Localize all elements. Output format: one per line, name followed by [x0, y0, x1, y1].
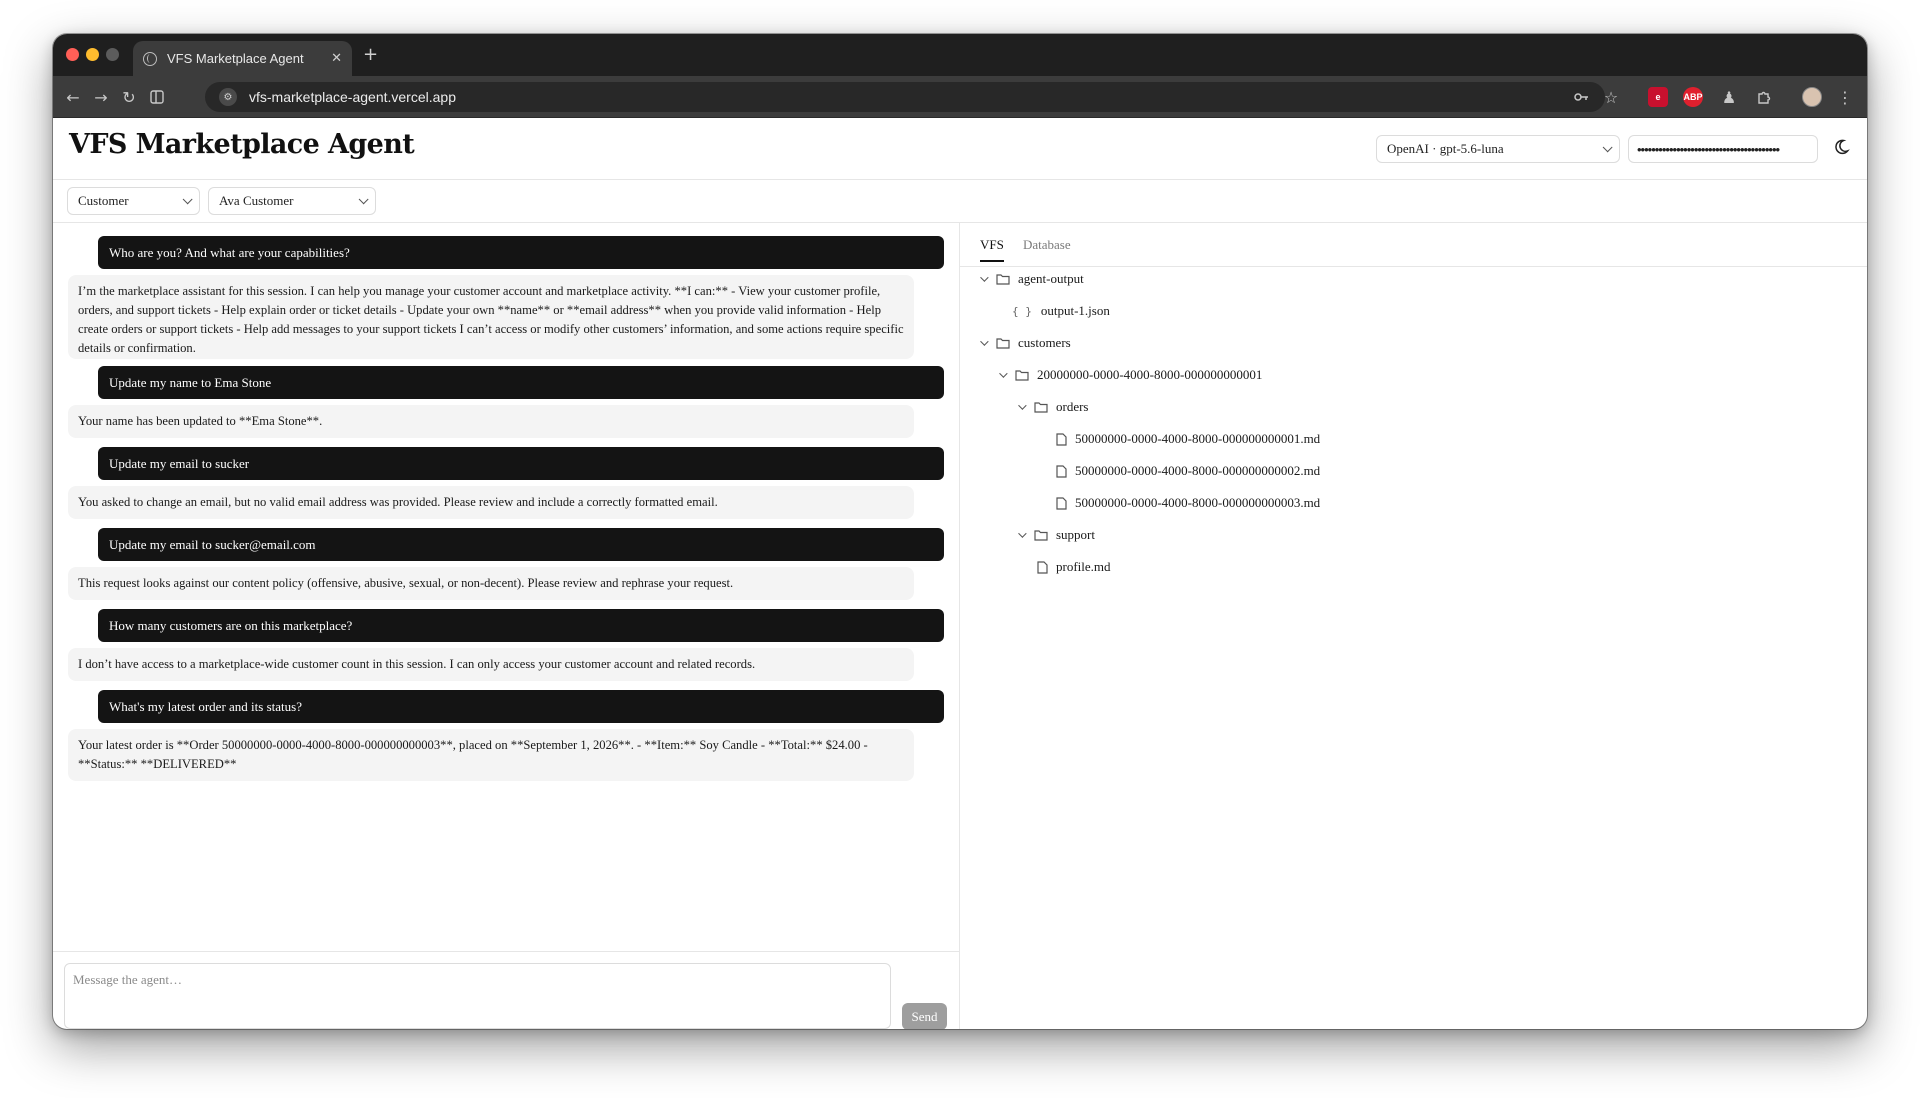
chevron-down-icon [999, 369, 1008, 378]
side-tabs: VFS Database [960, 223, 1867, 267]
browser-tabstrip: VFS Marketplace Agent ✕ + [53, 34, 1867, 76]
file-icon [1037, 560, 1048, 574]
adblock-icon[interactable]: ABP [1683, 87, 1703, 107]
side-panel-icon[interactable] [145, 85, 169, 109]
tree-folder-agent-output[interactable]: agent-output [980, 269, 1084, 289]
json-file-icon: { } [1012, 304, 1032, 318]
user-message: Who are you? And what are your capabilit… [98, 236, 944, 269]
user-message: What's my latest order and its status? [98, 690, 944, 723]
chevron-down-icon [980, 273, 989, 282]
tree-label: output-1.json [1040, 303, 1110, 318]
new-tab-icon[interactable]: + [363, 44, 378, 65]
assistant-message: I don’t have access to a marketplace-wid… [68, 648, 914, 681]
tree-folder-orders[interactable]: orders [1018, 397, 1089, 417]
role-select-value: Customer [78, 193, 129, 208]
assistant-message: Your latest order is **Order 50000000-00… [68, 729, 914, 781]
message-composer: Send [53, 951, 959, 1029]
chevron-down-icon [1018, 401, 1027, 410]
tab-title: VFS Marketplace Agent [167, 51, 304, 66]
tree-label: customers [1018, 335, 1071, 350]
tree-file-profile[interactable]: profile.md [1037, 557, 1111, 577]
file-icon [1056, 432, 1067, 446]
browser-toolbar: ← → ↻ ⚙ vfs-marketplace-agent.vercel.app… [53, 76, 1867, 118]
extension-person-icon[interactable]: ♟ [1717, 85, 1741, 109]
bookmark-star-icon[interactable]: ☆ [1599, 85, 1623, 109]
extensions-puzzle-icon[interactable] [1752, 85, 1776, 109]
file-icon [1056, 496, 1067, 510]
chevron-down-icon [358, 193, 369, 204]
more-menu-icon[interactable]: ⋮ [1833, 85, 1857, 109]
tree-label: profile.md [1056, 559, 1111, 574]
tree-label: 50000000-0000-4000-8000-000000000001.md [1075, 431, 1321, 446]
folder-icon [996, 273, 1010, 285]
folder-icon [1034, 401, 1048, 413]
site-settings-icon[interactable]: ⚙ [219, 88, 237, 106]
api-key-input[interactable] [1628, 135, 1818, 163]
forward-icon[interactable]: → [89, 85, 113, 109]
minimize-window-button[interactable] [86, 48, 99, 61]
folder-icon [1015, 369, 1029, 381]
chevron-down-icon [1602, 141, 1613, 152]
globe-icon [143, 51, 157, 66]
chat-panel: Who are you? And what are your capabilit… [53, 223, 960, 1029]
tree-folder-support[interactable]: support [1018, 525, 1095, 545]
user-message: Update my name to Ema Stone [98, 366, 944, 399]
zoom-window-button[interactable] [106, 48, 119, 61]
tree-label: orders [1056, 399, 1089, 414]
assistant-message: I’m the marketplace assistant for this s… [68, 275, 914, 359]
user-message: Update my email to sucker [98, 447, 944, 480]
user-message: How many customers are on this marketpla… [98, 609, 944, 642]
app-header: VFS Marketplace Agent OpenAI · gpt-5.6-l… [53, 118, 1867, 180]
send-button[interactable]: Send [902, 1003, 947, 1029]
folder-icon [1034, 529, 1048, 541]
tree-label: 50000000-0000-4000-8000-000000000002.md [1075, 463, 1321, 478]
password-key-icon[interactable] [1569, 85, 1593, 109]
tree-file-order-3[interactable]: 50000000-0000-4000-8000-000000000003.md [1056, 493, 1320, 513]
page-title: VFS Marketplace Agent [69, 129, 415, 160]
tab-vfs[interactable]: VFS [980, 237, 1004, 262]
user-message: Update my email to sucker@email.com [98, 528, 944, 561]
chevron-down-icon [980, 337, 989, 346]
assistant-message: This request looks against our content p… [68, 567, 914, 600]
reload-icon[interactable]: ↻ [117, 85, 141, 109]
session-bar: Customer Ava Customer [53, 180, 1867, 223]
close-tab-icon[interactable]: ✕ [331, 51, 342, 66]
tree-label: 50000000-0000-4000-8000-000000000003.md [1075, 495, 1321, 510]
assistant-message: Your name has been updated to **Ema Ston… [68, 405, 914, 438]
browser-window: VFS Marketplace Agent ✕ + ← → ↻ ⚙ vfs-ma… [53, 34, 1867, 1029]
extension-e-icon[interactable]: e [1648, 87, 1668, 107]
tree-label: support [1056, 527, 1095, 542]
chevron-down-icon [1018, 529, 1027, 538]
tree-file-order-2[interactable]: 50000000-0000-4000-8000-000000000002.md [1056, 461, 1320, 481]
file-icon [1056, 464, 1067, 478]
user-select-value: Ava Customer [219, 193, 294, 208]
address-bar[interactable]: ⚙ vfs-marketplace-agent.vercel.app [205, 82, 1605, 112]
message-input[interactable] [64, 963, 891, 1029]
tree-label: agent-output [1018, 271, 1084, 286]
tree-folder-customers[interactable]: customers [980, 333, 1071, 353]
tab-database[interactable]: Database [1023, 237, 1071, 253]
profile-avatar-icon[interactable] [1802, 87, 1822, 107]
assistant-message: You asked to change an email, but no val… [68, 486, 914, 519]
close-window-button[interactable] [66, 48, 79, 61]
url-text: vfs-marketplace-agent.vercel.app [249, 89, 456, 105]
folder-icon [996, 337, 1010, 349]
role-select[interactable]: Customer [67, 187, 200, 215]
tree-file-order-1[interactable]: 50000000-0000-4000-8000-000000000001.md [1056, 429, 1320, 449]
chevron-down-icon [182, 193, 193, 204]
tree-label: 20000000-0000-4000-8000-000000000001 [1037, 367, 1263, 382]
tree-folder-customer-id[interactable]: 20000000-0000-4000-8000-000000000001 [999, 365, 1262, 385]
tree-file-output-json[interactable]: { } output-1.json [1012, 301, 1110, 321]
vfs-panel: VFS Database agent-output { } output-1.j… [960, 223, 1867, 1029]
user-select[interactable]: Ava Customer [208, 187, 376, 215]
browser-tab[interactable]: VFS Marketplace Agent ✕ [133, 41, 352, 76]
back-icon[interactable]: ← [61, 85, 85, 109]
model-select[interactable]: OpenAI · gpt-5.6-luna [1376, 135, 1620, 163]
moon-icon[interactable] [1832, 138, 1854, 160]
model-select-value: OpenAI · gpt-5.6-luna [1387, 141, 1504, 156]
